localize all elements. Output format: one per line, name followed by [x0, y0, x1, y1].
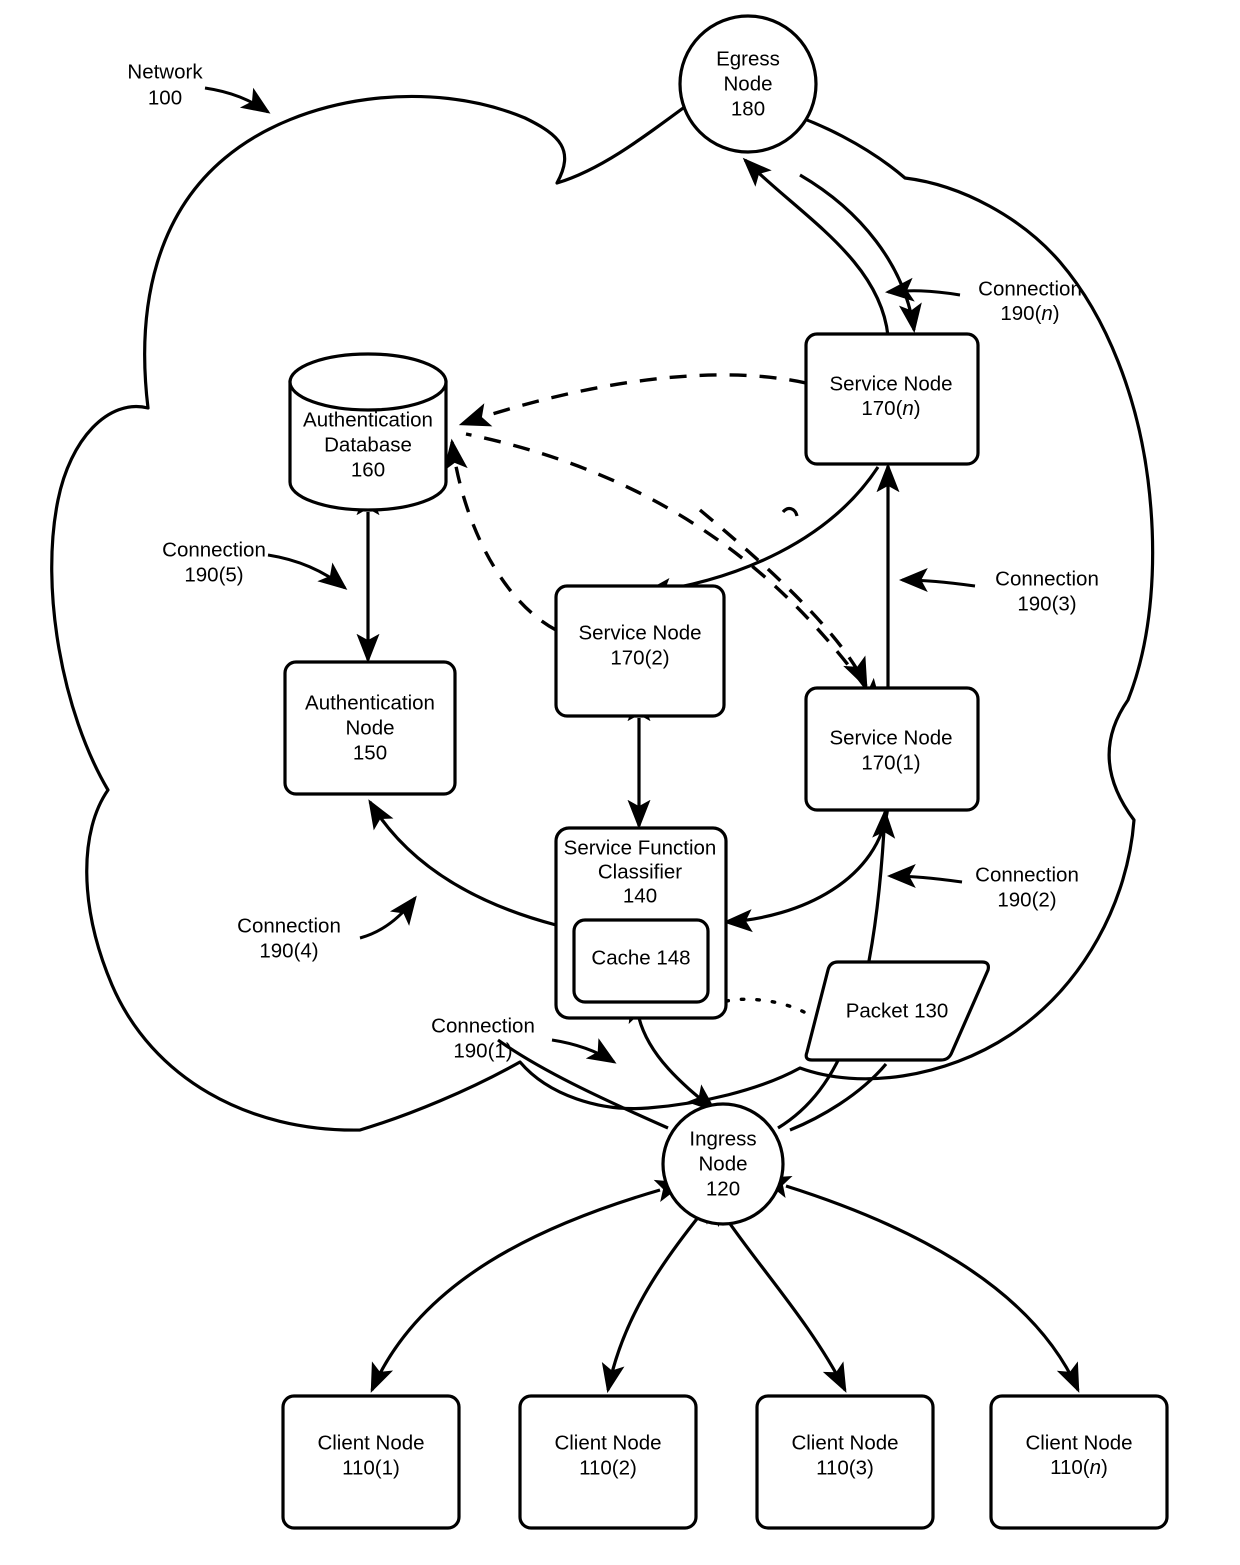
ingress-node-label-line1: Ingress: [689, 1127, 756, 1150]
service-node-n-ref: 170(n): [861, 397, 920, 420]
network-title-label: Network: [127, 60, 203, 83]
client-node-1-ref: 110(1): [342, 1456, 400, 1479]
connection-190n-label-line1: Connection: [978, 277, 1082, 300]
client-node-3-label: Client Node: [791, 1431, 898, 1454]
client-node-2-label: Client Node: [554, 1431, 661, 1454]
leader-network-100: [204, 86, 271, 114]
ingress-node-label-line2: Node: [698, 1152, 747, 1175]
edge-ingress-to-client-2: [601, 1194, 717, 1394]
auth-node-ref: 150: [353, 741, 387, 764]
egress-node-label-line2: Node: [723, 72, 772, 95]
auth-node-label-line1: Authentication: [305, 691, 435, 714]
connection-190-1-label-line1: Connection: [431, 1014, 535, 1037]
connection-190-2-label-line1: Connection: [975, 863, 1079, 886]
connection-190-2-label-line2: 190(2): [997, 888, 1056, 911]
patent-figure-network-diagram: Authentication Database 160 --> Authenti…: [0, 0, 1240, 1565]
client-node-2-ref: 110(2): [579, 1456, 637, 1479]
connection-190-5-label-line1: Connection: [162, 538, 266, 561]
sfc-label-line1: Service Function: [564, 836, 717, 859]
cache-label: Cache 148: [591, 946, 690, 969]
network-title-ref: 100: [148, 86, 182, 109]
egress-node-label-line1: Egress: [716, 47, 780, 70]
connection-190-3-label-line2: 190(3): [1017, 592, 1076, 615]
service-node-n-label: Service Node: [829, 372, 952, 395]
edge-ingress-to-client-n: [760, 1175, 1080, 1393]
client-node-n-label: Client Node: [1025, 1431, 1132, 1454]
service-node-2-label: Service Node: [578, 621, 701, 644]
client-node-1-label: Client Node: [317, 1431, 424, 1454]
auth-db-label-line2: Database: [324, 433, 412, 456]
sfc-label-line2: Classifier: [598, 860, 682, 883]
connection-190-5-label-line2: 190(5): [184, 563, 243, 586]
connection-190-4-label-line2: 190(4): [259, 939, 318, 962]
connection-190-4-label-line1: Connection: [237, 914, 341, 937]
connection-190-1-label-line2: 190(1): [453, 1039, 512, 1062]
auth-db-ref: 160: [351, 458, 385, 481]
packet-label: Packet 130: [846, 999, 949, 1022]
edge-ingress-to-client-3: [711, 1196, 847, 1393]
service-node-1-ref: 170(1): [861, 751, 920, 774]
auth-db-label-line1: Authentication: [303, 408, 433, 431]
service-node-2-ref: 170(2): [610, 646, 669, 669]
ingress-node-ref: 120: [706, 1177, 740, 1200]
auth-node-label-line2: Node: [345, 716, 394, 739]
connection-190-3-label-line1: Connection: [995, 567, 1099, 590]
connection-190n-label-line2: 190(n): [1000, 302, 1059, 325]
sfc-ref: 140: [623, 884, 657, 907]
egress-node-ref: 180: [731, 97, 765, 120]
client-node-3-ref: 110(3): [816, 1456, 874, 1479]
client-node-n-ref: 110(n): [1050, 1456, 1108, 1479]
auth-database-shape[interactable]: [288, 352, 448, 512]
service-node-1-label: Service Node: [829, 726, 952, 749]
